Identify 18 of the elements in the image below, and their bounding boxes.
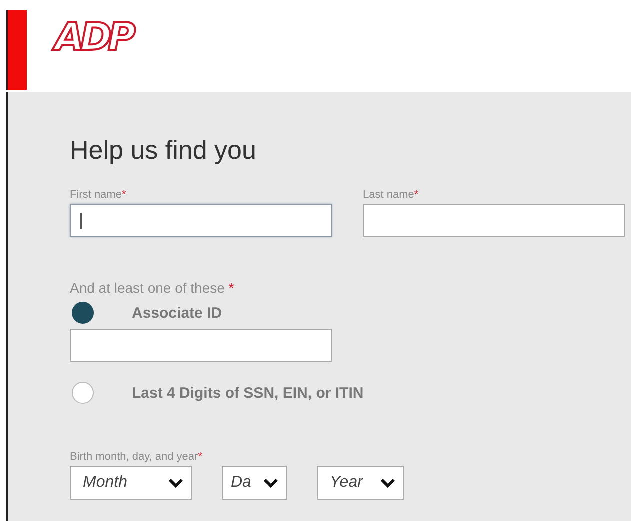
chevron-down-icon bbox=[381, 478, 395, 488]
dropdown[interactable]: Da bbox=[222, 466, 287, 500]
chevron-down-icon bbox=[169, 478, 183, 488]
dropdown[interactable]: Month bbox=[70, 466, 192, 500]
dropdown[interactable]: Year bbox=[317, 466, 404, 500]
text-field[interactable] bbox=[70, 329, 332, 362]
chevron-down-icon bbox=[264, 478, 278, 488]
radio-label: Last 4 Digits of SSN, EIN, or ITIN bbox=[132, 384, 364, 402]
radio-button[interactable] bbox=[72, 382, 94, 404]
field-label: Birth month, day, and year* bbox=[70, 451, 204, 463]
radio-label: Associate ID bbox=[132, 304, 222, 322]
field-label: First name* bbox=[70, 189, 128, 201]
form-title: Help us find you bbox=[70, 135, 258, 166]
field-label: Last name* bbox=[363, 189, 420, 201]
radio-button[interactable] bbox=[72, 302, 94, 324]
text-field[interactable] bbox=[70, 204, 332, 237]
choice-prompt: And at least one of these * bbox=[70, 280, 236, 296]
text-field[interactable] bbox=[363, 204, 625, 237]
